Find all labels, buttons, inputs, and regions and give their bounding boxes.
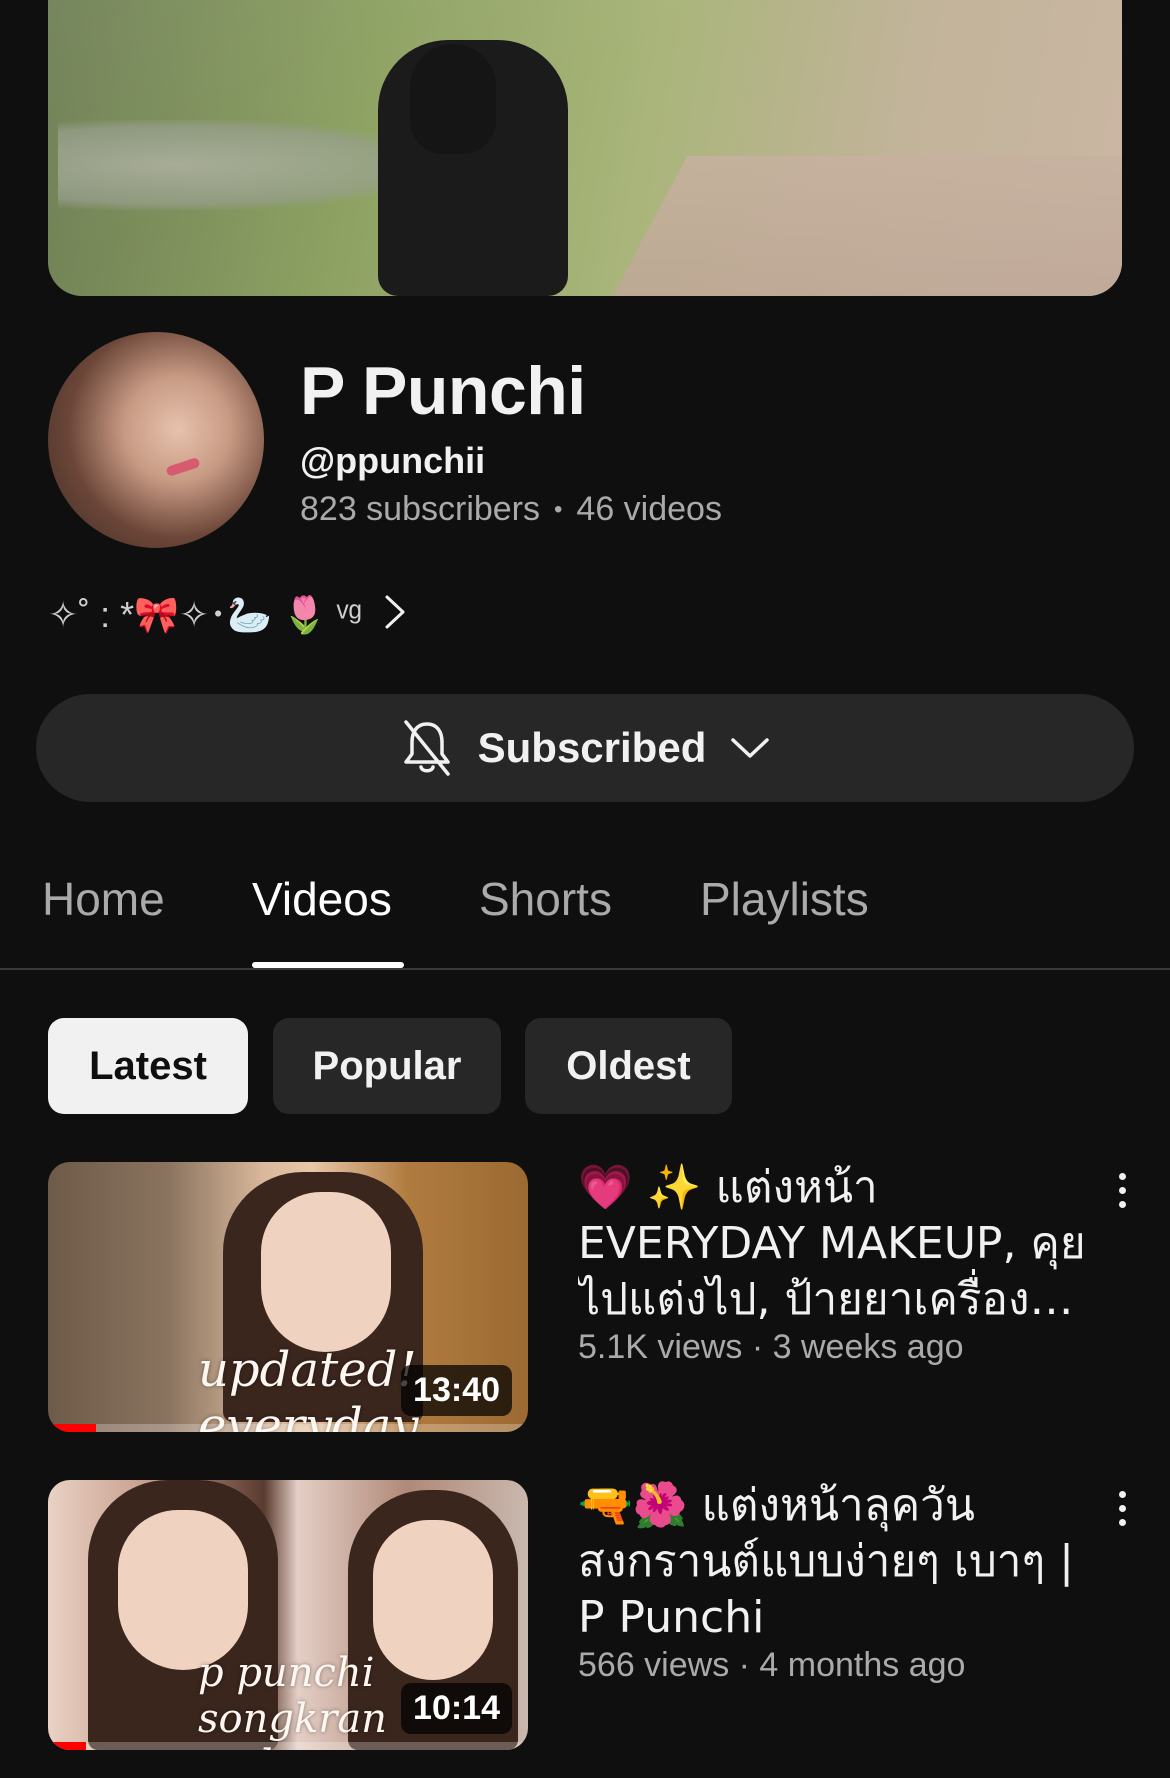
subscribed-label: Subscribed	[477, 724, 707, 771]
channel-avatar[interactable]	[48, 332, 264, 548]
video-title[interactable]: 💗 ✨ แต่งหน้า EVERYDAY MAKEUP, คุยไปแต่งไ…	[578, 1160, 1098, 1328]
video-title-text: 💗 ✨ แต่งหน้า EVERYDAY MAKEUP, คุยไปแต่งไ…	[578, 1162, 1086, 1325]
tab-shorts[interactable]: Shorts	[479, 872, 612, 926]
watch-progress-bar	[48, 1424, 96, 1432]
stats-separator: •	[554, 495, 563, 523]
channel-description[interactable]: ✧˚ : *🎀✧･🦢 🌷 ᵛᵍ	[48, 588, 406, 636]
tab-playlists[interactable]: Playlists	[700, 872, 869, 926]
subscriber-count: 823 subscribers	[300, 490, 541, 528]
chip-popular[interactable]: Popular	[273, 1018, 501, 1114]
active-tab-indicator	[252, 962, 404, 968]
video-count: 46 videos	[576, 490, 722, 528]
video-title-text: 🔫🌺 แต่งหน้าลุควัน สงกรานต์แบบง่ายๆ เบาๆ …	[578, 1480, 1074, 1643]
bell-off-icon	[403, 720, 450, 776]
progress-track	[48, 1424, 528, 1432]
chevron-right-icon	[385, 595, 405, 629]
subscribed-button[interactable]: Subscribed	[36, 694, 1134, 802]
channel-description-text: ✧˚ : *🎀✧･🦢 🌷 ᵛᵍ	[48, 594, 362, 635]
channel-handle: @ppunchii	[300, 440, 486, 481]
video-metadata: 5.1K views · 3 weeks ago	[578, 1328, 964, 1366]
chip-oldest[interactable]: Oldest	[525, 1018, 732, 1114]
chip-latest[interactable]: Latest	[48, 1018, 248, 1114]
channel-page: P Punchi @ppunchii 823 subscribers • 46 …	[0, 0, 1170, 1778]
tab-home[interactable]: Home	[42, 872, 165, 926]
watch-progress-bar	[48, 1742, 87, 1750]
chevron-down-icon	[731, 738, 770, 758]
channel-stats: 823 subscribers • 46 videos	[300, 490, 722, 529]
video-metadata: 566 views · 4 months ago	[578, 1646, 966, 1684]
video-thumbnail[interactable]: updated! everyday makeup 13:40	[48, 1162, 528, 1432]
channel-name: P Punchi	[300, 353, 586, 429]
more-options-icon[interactable]	[1108, 1480, 1136, 1536]
video-duration: 10:14	[401, 1683, 512, 1734]
video-thumbnail[interactable]: p punchi songkran makeup 10:14	[48, 1480, 528, 1750]
video-duration: 13:40	[401, 1365, 512, 1416]
tab-videos[interactable]: Videos	[252, 872, 392, 926]
video-title[interactable]: 🔫🌺 แต่งหน้าลุควัน สงกรานต์แบบง่ายๆ เบาๆ …	[578, 1478, 1098, 1646]
channel-tabs: Home Videos Shorts Playlists	[0, 856, 1170, 970]
progress-track	[48, 1742, 528, 1750]
more-options-icon[interactable]	[1108, 1162, 1136, 1218]
channel-banner	[48, 0, 1122, 296]
